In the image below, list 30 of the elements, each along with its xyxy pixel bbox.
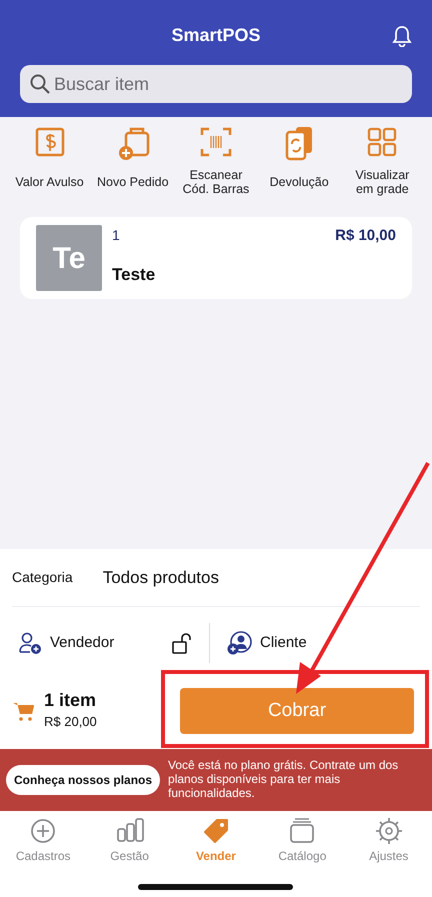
search-icon	[30, 74, 50, 94]
seller-button[interactable]: Vendedor	[18, 631, 114, 655]
product-card[interactable]: Te 1 R$ 10,00 Teste	[20, 217, 412, 299]
add-icon	[29, 817, 58, 845]
quick-action-button[interactable]: Escanear Cód. Barras	[176, 125, 256, 197]
plans-button[interactable]: Conheça nossos planos	[6, 765, 160, 795]
quick-action-button[interactable]: Valor Avulso	[10, 125, 90, 197]
price-text: R$ 10,00	[335, 226, 396, 246]
customer-button[interactable]: Cliente	[226, 630, 420, 656]
customer-icon	[226, 630, 252, 656]
unlock-icon[interactable]	[171, 632, 193, 654]
search-field[interactable]: Buscar item	[20, 65, 412, 103]
product-thumbnail: Te	[36, 225, 102, 291]
quick-action-button[interactable]: Visualizar em grade	[342, 125, 422, 197]
bar-chart-icon	[116, 817, 144, 845]
category-selector[interactable]: Todos produtos	[102, 564, 219, 590]
total-amount: R$ 20,00	[44, 713, 97, 732]
item-count: 1 item	[44, 690, 97, 712]
notification-bell-icon[interactable]	[392, 24, 412, 46]
category-label: Categoria	[12, 568, 73, 587]
user-plus-icon	[18, 631, 42, 655]
stack-icon	[288, 817, 316, 845]
quick-action-button[interactable]: Novo Pedido	[92, 125, 173, 197]
app-title: SmartPOS	[171, 24, 261, 47]
plan-message: Você está no plano grátis. Contrate um dos planos disponíveis para ter mais funcionalidades.	[168, 759, 400, 801]
quick-action-button[interactable]: Devolução	[259, 125, 340, 197]
product-name: Teste	[112, 264, 156, 286]
tag-icon	[202, 817, 230, 845]
settings-icon	[374, 817, 403, 845]
quantity-text: 1	[112, 226, 120, 245]
